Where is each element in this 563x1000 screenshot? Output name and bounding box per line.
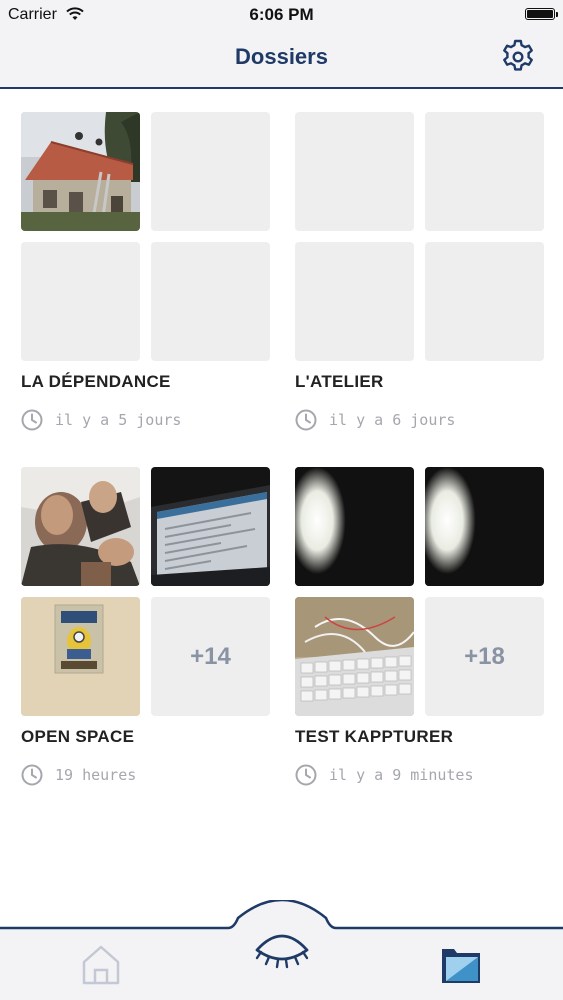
photo-thumbnail[interactable]: [21, 112, 140, 231]
battery-icon: [525, 8, 558, 20]
folder-time-label: il y a 6 jours: [329, 411, 456, 429]
thumbnail-grid: +14: [21, 467, 271, 717]
eye-icon[interactable]: [253, 928, 311, 974]
nav-bar: Dossiers: [0, 30, 563, 89]
photo-thumbnail[interactable]: [21, 467, 140, 586]
gear-icon[interactable]: [499, 38, 537, 76]
folder-card[interactable]: +18 TEST KAPPTURER il y a 9 minutes: [295, 467, 545, 786]
photo-placeholder: [21, 242, 140, 361]
status-bar: Carrier 6:06 PM: [0, 0, 563, 30]
folder-card[interactable]: +14 OPEN SPACE 19 heures: [21, 467, 271, 786]
photo-placeholder: [151, 242, 270, 361]
folders-icon[interactable]: [438, 943, 484, 987]
folder-title: TEST KAPPTURER: [295, 727, 454, 746]
photo-thumbnail[interactable]: [151, 467, 270, 586]
folder-time-label: il y a 5 jours: [55, 411, 182, 429]
photo-thumbnail[interactable]: [21, 597, 140, 716]
more-photos-tile[interactable]: +18: [425, 597, 544, 716]
status-time: 6:06 PM: [249, 5, 314, 24]
folder-timestamp: il y a 6 jours: [295, 408, 455, 432]
more-photos-tile[interactable]: +14: [151, 597, 270, 716]
folder-time-label: 19 heures: [55, 766, 137, 784]
photo-placeholder: [151, 112, 270, 231]
folder-timestamp: il y a 5 jours: [21, 408, 181, 432]
photo-placeholder: [425, 242, 544, 361]
folder-title: OPEN SPACE: [21, 727, 135, 746]
more-photos-count: +18: [464, 642, 505, 670]
page-title: Dossiers: [235, 44, 328, 69]
photo-placeholder: [425, 112, 544, 231]
folder-timestamp: 19 heures: [21, 763, 136, 787]
clock-icon: [21, 764, 43, 786]
photo-placeholder: [295, 112, 414, 231]
folder-timestamp: il y a 9 minutes: [295, 763, 474, 787]
clock-icon: [21, 409, 43, 431]
folder-title: L'ATELIER: [295, 372, 384, 391]
more-photos-count: +14: [190, 642, 231, 670]
thumbnail-grid: [295, 112, 545, 362]
thumbnail-grid: [21, 112, 271, 362]
photo-placeholder: [295, 242, 414, 361]
thumbnail-grid: +18: [295, 467, 545, 717]
clock-icon: [295, 764, 317, 786]
photo-thumbnail[interactable]: [295, 467, 414, 586]
folder-title: LA DÉPENDANCE: [21, 372, 171, 391]
folder-card[interactable]: L'ATELIER il y a 6 jours: [295, 112, 545, 431]
photo-thumbnail[interactable]: [295, 597, 414, 716]
home-icon[interactable]: [80, 942, 122, 986]
folder-card[interactable]: LA DÉPENDANCE il y a 5 jours: [21, 112, 271, 431]
clock-icon: [295, 409, 317, 431]
photo-thumbnail[interactable]: [425, 467, 544, 586]
folder-time-label: il y a 9 minutes: [329, 766, 474, 784]
